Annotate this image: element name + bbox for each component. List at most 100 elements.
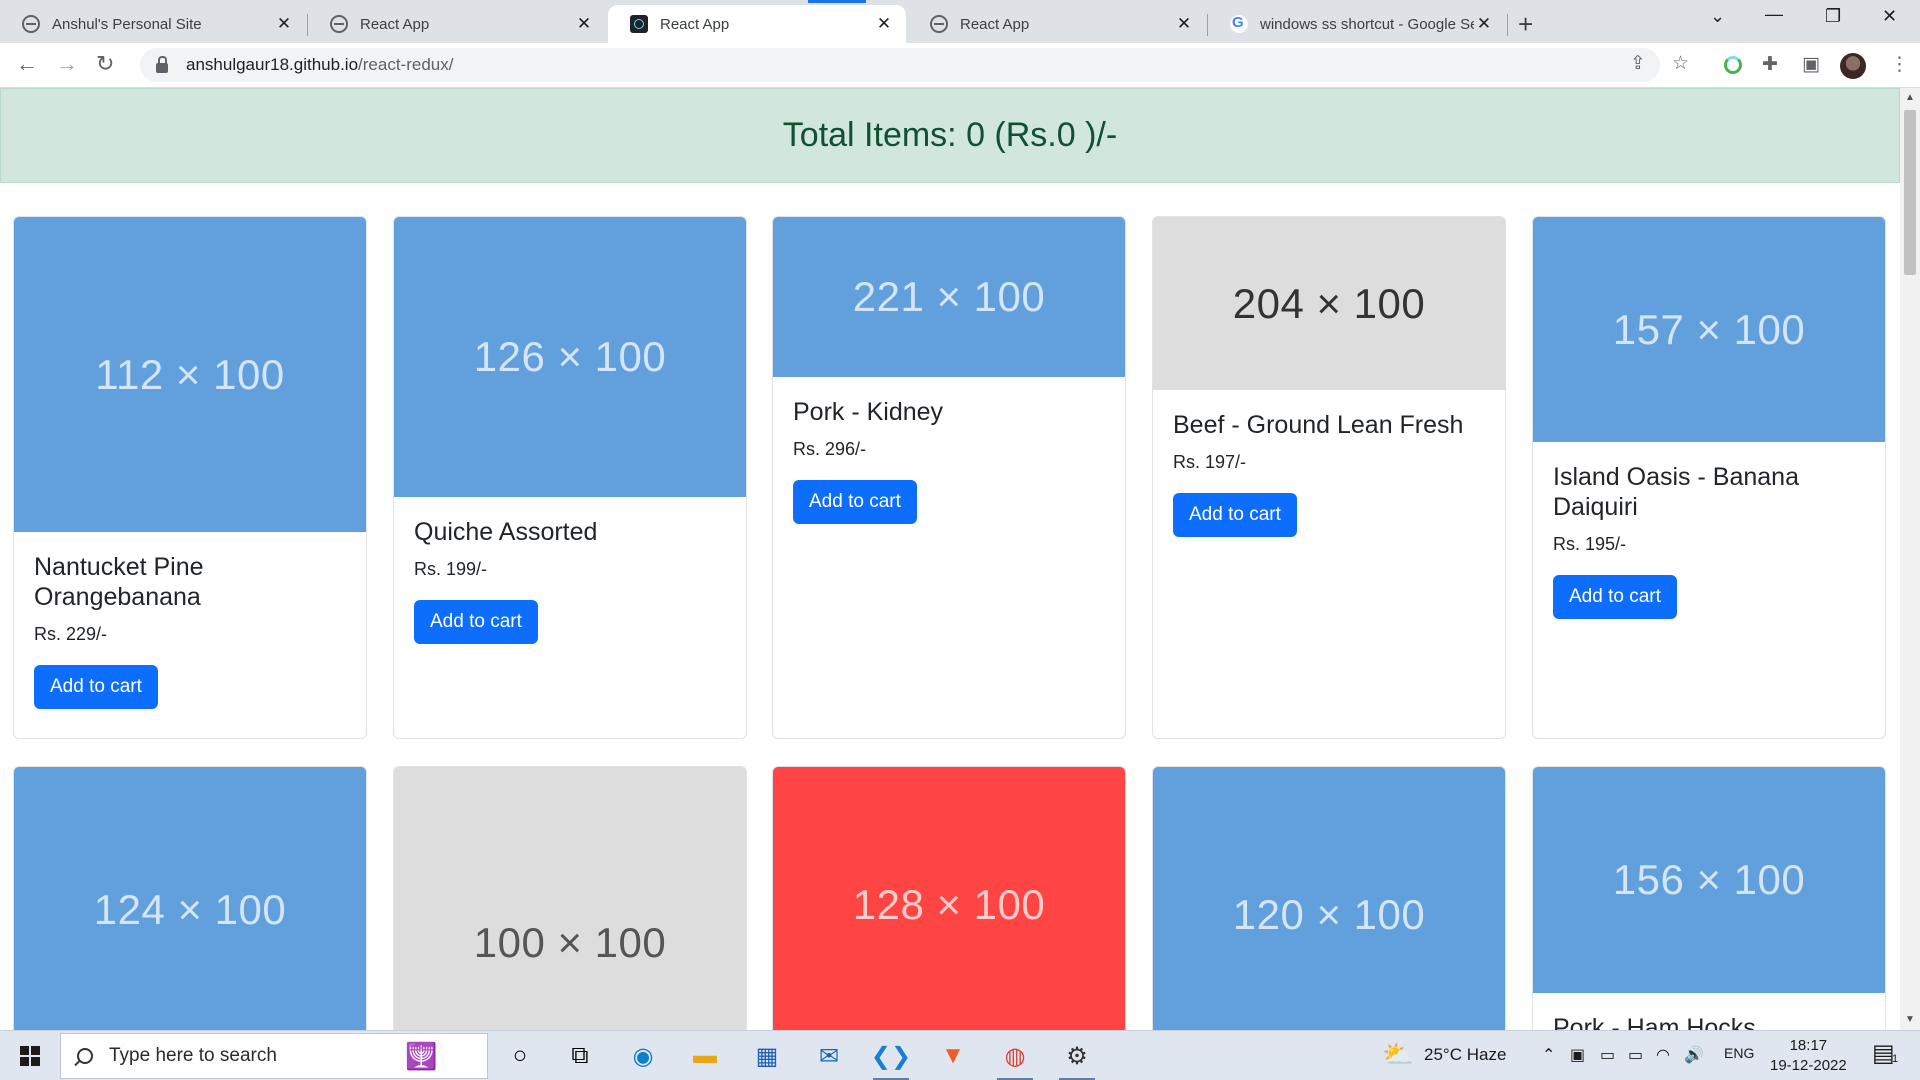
product-image: 112 × 100	[14, 217, 366, 532]
address-bar[interactable]: anshulgaur18.github.io/react-redux/	[140, 48, 1660, 82]
chrome-icon[interactable]: ◍	[997, 1039, 1033, 1080]
product-card: 100 × 100	[393, 766, 747, 1030]
product-card: 156 × 100 Pork - Ham Hocks	[1532, 766, 1886, 1030]
product-card: 126 × 100 Quiche Assorted Rs. 199/- Add …	[393, 216, 747, 739]
new-tab-icon[interactable]: +	[1518, 9, 1533, 40]
weather-text[interactable]: 25°C Haze	[1424, 1045, 1506, 1065]
close-icon[interactable]: ✕	[874, 14, 894, 34]
cortana-icon[interactable]: ○	[502, 1039, 538, 1073]
language-indicator[interactable]: ENG	[1724, 1045, 1754, 1061]
product-image: 124 × 100	[14, 767, 366, 1030]
forward-icon[interactable]: →	[56, 51, 78, 77]
product-price: Rs. 296/-	[793, 439, 867, 459]
windows-start-icon[interactable]	[20, 1046, 40, 1066]
browser-toolbar: ← → ↻ anshulgaur18.github.io/react-redux…	[0, 43, 1920, 88]
globe-icon	[22, 15, 40, 33]
product-image: 156 × 100	[1533, 767, 1885, 993]
add-to-cart-button[interactable]: Add to cart	[34, 665, 158, 709]
lock-icon[interactable]	[156, 56, 168, 73]
add-to-cart-button[interactable]: Add to cart	[1173, 493, 1297, 537]
tab-react-app-1[interactable]: React App ✕	[308, 5, 606, 43]
react-icon	[630, 15, 648, 33]
product-title: Quiche Assorted	[414, 518, 598, 546]
product-image: 157 × 100	[1533, 217, 1885, 442]
tab-google-search[interactable]: windows ss shortcut - Google Se ✕	[1208, 5, 1506, 43]
bookmark-star-icon[interactable]: ☆	[1672, 52, 1689, 75]
scroll-up-icon[interactable]: ▲	[1905, 92, 1915, 103]
add-to-cart-button[interactable]: Add to cart	[1553, 575, 1677, 619]
product-card: 128 × 100	[772, 766, 1126, 1030]
product-image: 204 × 100	[1153, 217, 1505, 390]
extensions-puzzle-icon[interactable]: ✚	[1762, 53, 1778, 76]
product-price: Rs. 197/-	[1173, 452, 1247, 472]
share-icon[interactable]: ⇪	[1630, 52, 1646, 75]
url-domain: anshulgaur18.github.io	[186, 55, 359, 74]
menu-kebab-icon[interactable]: ⋮	[1890, 53, 1909, 76]
page-scrollbar[interactable]: ▲ ▼	[1900, 88, 1920, 1030]
meet-now-icon[interactable]: ▣	[1570, 1045, 1585, 1065]
store-icon[interactable]: ▦	[749, 1039, 785, 1073]
globe-icon	[330, 15, 348, 33]
vscode-icon[interactable]: ❮❯	[871, 1039, 911, 1080]
globe-icon	[930, 15, 948, 33]
tab-react-app-3[interactable]: React App ✕	[908, 5, 1206, 43]
settings-gear-icon[interactable]: ⚙	[1059, 1039, 1095, 1080]
mail-icon[interactable]: ✉	[811, 1039, 847, 1073]
back-icon[interactable]: ←	[16, 51, 38, 77]
product-card: 124 × 100	[13, 766, 367, 1030]
add-to-cart-button[interactable]: Add to cart	[414, 600, 538, 644]
wifi-icon[interactable]: ◠	[1656, 1045, 1670, 1065]
scroll-down-icon[interactable]: ▼	[1905, 1014, 1915, 1025]
file-explorer-icon[interactable]: ▬	[687, 1039, 723, 1073]
product-image: 126 × 100	[394, 217, 746, 497]
extension-icon[interactable]	[1724, 56, 1742, 74]
task-view-icon[interactable]: ⧉	[562, 1039, 598, 1073]
product-card: 204 × 100 Beef - Ground Lean Fresh Rs. 1…	[1152, 216, 1506, 739]
add-to-cart-button[interactable]: Add to cart	[793, 480, 917, 524]
page-content: Total Items: 0 (Rs.0 )/- 112 × 100 Nantu…	[0, 88, 1900, 1030]
window-close-icon[interactable]: ✕	[1882, 6, 1897, 27]
product-image: 221 × 100	[773, 217, 1125, 377]
edge-icon[interactable]: ◉	[625, 1039, 661, 1073]
side-panel-icon[interactable]: ▣	[1802, 53, 1820, 76]
product-image: 100 × 100	[394, 767, 746, 1030]
restore-icon[interactable]: ❐	[1825, 6, 1841, 27]
close-icon[interactable]: ✕	[1474, 14, 1494, 34]
profile-avatar[interactable]	[1840, 53, 1866, 79]
close-icon[interactable]: ✕	[574, 14, 594, 34]
product-price: Rs. 199/-	[414, 559, 488, 579]
display-icon[interactable]: ▭	[1600, 1045, 1615, 1065]
weather-icon[interactable]: ⛅	[1382, 1039, 1414, 1070]
search-icon	[77, 1048, 93, 1064]
tab-label: React App	[960, 15, 1030, 33]
cart-total: Total Items: 0 (Rs.0 )/-	[782, 116, 1118, 154]
tab-react-app-active[interactable]: React App ✕	[608, 0, 906, 43]
tab-label: Anshul's Personal Site	[52, 15, 202, 33]
tab-personal-site[interactable]: Anshul's Personal Site ✕	[0, 5, 306, 43]
minimize-icon[interactable]: —	[1765, 4, 1783, 25]
close-icon[interactable]: ✕	[274, 14, 294, 34]
reload-icon[interactable]: ↻	[96, 51, 114, 77]
product-card: 112 × 100 Nantucket Pine Orangebanana Rs…	[13, 216, 367, 739]
product-title: Nantucket Pine Orangebanana	[34, 553, 204, 611]
tab-search-chevron-icon[interactable]: ⌄	[1710, 6, 1725, 27]
product-card: 120 × 100	[1152, 766, 1506, 1030]
tab-label: React App	[360, 15, 430, 33]
brave-icon[interactable]: ▼	[935, 1039, 971, 1073]
chevron-up-icon[interactable]: ⌃	[1542, 1045, 1555, 1065]
volume-icon[interactable]: 🔊	[1684, 1045, 1704, 1065]
battery-icon[interactable]: ▭	[1628, 1045, 1643, 1065]
product-title: Pork - Ham Hocks	[1553, 1014, 1756, 1030]
search-placeholder: Type here to search	[109, 1045, 277, 1066]
scrollbar-thumb[interactable]	[1904, 110, 1916, 275]
url-path: /react-redux/	[358, 55, 454, 74]
menorah-icon[interactable]: 🕎	[405, 1041, 437, 1072]
close-icon[interactable]: ✕	[1174, 14, 1194, 34]
product-title: Pork - Kidney	[793, 398, 944, 426]
product-title: Beef - Ground Lean Fresh	[1173, 411, 1464, 439]
system-clock[interactable]: 18:17 19-12-2022	[1770, 1036, 1847, 1076]
google-icon	[1230, 14, 1248, 33]
tab-divider	[1507, 14, 1508, 36]
notification-count: 1	[1892, 1053, 1899, 1065]
product-card: 221 × 100 Pork - Kidney Rs. 296/- Add to…	[772, 216, 1126, 739]
